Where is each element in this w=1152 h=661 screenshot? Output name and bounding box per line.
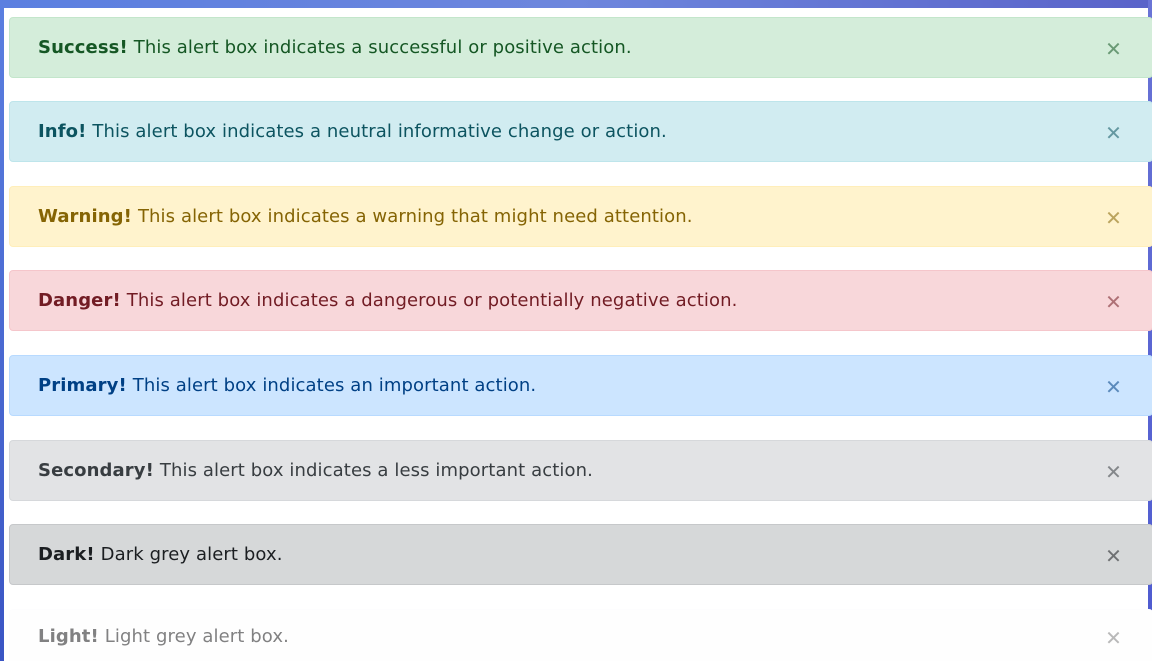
alert-warning-message: This alert box indicates a warning that … [137,206,693,227]
close-icon[interactable]: ✕ [1105,292,1122,312]
alert-success-message: This alert box indicates a successful or… [133,37,632,58]
alert-danger-label: Danger! [38,290,121,311]
alert-info-label: Info! [38,121,87,142]
alert-dark-label: Dark! [38,544,95,565]
alert-warning: Warning! This alert box indicates a warn… [9,186,1152,247]
close-icon[interactable]: ✕ [1105,208,1122,228]
close-icon[interactable]: ✕ [1105,377,1122,397]
alerts-page: Success! This alert box indicates a succ… [0,0,1152,661]
window-left-border [0,0,4,661]
alert-warning-label: Warning! [38,206,132,227]
alert-info: Info! This alert box indicates a neutral… [9,101,1152,162]
close-icon[interactable]: ✕ [1105,39,1122,59]
alert-dark: Dark! Dark grey alert box. ✕ [9,524,1152,585]
alert-secondary-label: Secondary! [38,460,154,481]
alert-secondary: Secondary! This alert box indicates a le… [9,440,1152,501]
close-icon[interactable]: ✕ [1105,123,1122,143]
alert-dark-message: Dark grey alert box. [100,544,283,565]
alert-danger-message: This alert box indicates a dangerous or … [126,290,738,311]
alert-primary-label: Primary! [38,375,127,396]
close-icon[interactable]: ✕ [1105,462,1122,482]
window-top-border [0,0,1152,8]
alert-primary-message: This alert box indicates an important ac… [132,375,537,396]
close-icon[interactable]: ✕ [1105,546,1122,566]
alert-light: Light! Light grey alert box. ✕ [9,609,1152,661]
alert-success: Success! This alert box indicates a succ… [9,17,1152,78]
alert-light-message: Light grey alert box. [104,626,289,647]
alert-primary: Primary! This alert box indicates an imp… [9,355,1152,416]
alert-light-label: Light! [38,626,99,647]
alert-danger: Danger! This alert box indicates a dange… [9,270,1152,331]
alert-info-message: This alert box indicates a neutral infor… [92,121,667,142]
close-icon[interactable]: ✕ [1105,628,1122,648]
alert-secondary-message: This alert box indicates a less importan… [159,460,593,481]
alert-success-label: Success! [38,37,128,58]
